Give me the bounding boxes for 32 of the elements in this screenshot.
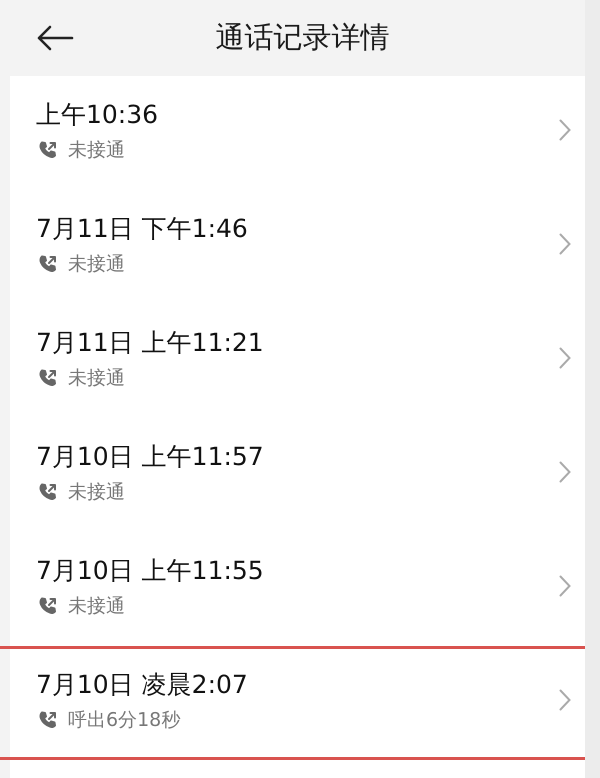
call-record-row[interactable]: 7月10日 上午11:55 未接通 [10,532,585,646]
chevron-right-icon [559,347,571,369]
call-record-row[interactable]: 7月10日 凌晨2:07 呼出6分18秒 [0,646,585,760]
call-time: 7月10日 上午11:55 [36,554,264,586]
call-record-row[interactable]: 7月11日 下午1:46 未接通 [10,190,585,304]
chevron-right-icon [559,575,571,597]
page-title: 通话记录详情 [214,19,390,56]
back-arrow-icon[interactable] [36,25,74,51]
call-status: 呼出6分18秒 [68,708,180,732]
call-record-row[interactable]: 7月10日 上午11:57 未接通 [10,418,585,532]
call-status: 未接通 [68,366,125,390]
call-status: 未接通 [68,138,125,162]
call-time: 7月11日 上午11:21 [36,326,264,358]
phone-arrow-icon [38,596,58,616]
chevron-right-icon [559,233,571,255]
call-record-row[interactable]: 7月11日 上午11:21 未接通 [10,304,585,418]
call-time: 上午10:36 [36,98,158,130]
call-time: 7月11日 下午1:46 [36,212,248,244]
phone-arrow-icon [38,368,58,388]
chevron-right-icon [559,689,571,711]
call-time: 7月10日 上午11:57 [36,440,264,472]
chevron-right-icon [559,461,571,483]
phone-arrow-icon [38,710,58,730]
call-status: 未接通 [68,252,125,276]
call-time: 7月10日 凌晨2:07 [36,668,248,700]
phone-arrow-icon [38,254,58,274]
chevron-right-icon [559,119,571,141]
call-status: 未接通 [68,594,125,618]
phone-arrow-icon [38,140,58,160]
call-status: 未接通 [68,480,125,504]
phone-arrow-icon [38,482,58,502]
call-record-row[interactable]: 上午10:36 未接通 [10,76,585,190]
